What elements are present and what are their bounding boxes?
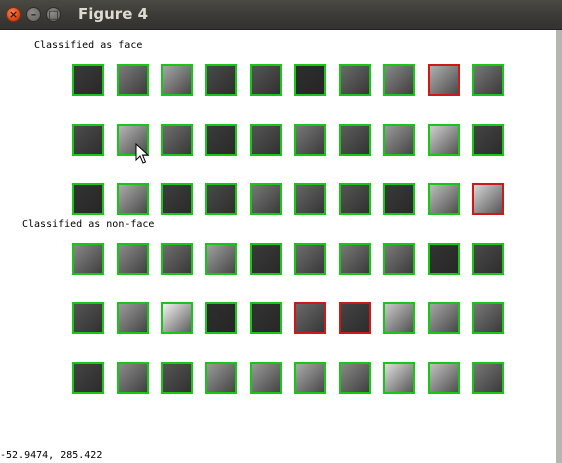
nonface-thumbnail — [161, 362, 193, 394]
nonface-thumbnail — [250, 302, 282, 334]
face-thumbnail — [205, 124, 237, 156]
nonface-thumbnail — [294, 302, 326, 334]
nonface-thumbnail — [161, 302, 193, 334]
nonface-thumbnail — [205, 302, 237, 334]
minimize-icon[interactable]: – — [26, 7, 41, 22]
face-thumbnail — [250, 64, 282, 96]
face-thumbnail — [428, 183, 460, 215]
nonface-thumbnail — [472, 362, 504, 394]
nonface-thumbnail — [117, 243, 149, 275]
face-thumbnail — [383, 124, 415, 156]
nonface-thumbnail — [72, 243, 104, 275]
title-bar: × – □ Figure 4 — [0, 0, 562, 30]
close-icon[interactable]: × — [6, 7, 21, 22]
face-thumbnail — [294, 183, 326, 215]
face-thumbnail — [117, 64, 149, 96]
nonface-thumbnail — [250, 362, 282, 394]
nonface-thumbnail — [339, 302, 371, 334]
face-thumbnail — [428, 124, 460, 156]
face-thumbnail — [250, 124, 282, 156]
nonface-thumbnail — [117, 362, 149, 394]
nonface-thumbnail — [339, 243, 371, 275]
mouse-pointer-icon — [135, 143, 150, 164]
nonface-thumbnail — [428, 302, 460, 334]
face-thumbnail — [161, 183, 193, 215]
face-thumbnail — [72, 124, 104, 156]
face-thumbnail — [472, 124, 504, 156]
nonface-thumbnail — [472, 302, 504, 334]
face-section-label: Classified as face — [34, 40, 143, 51]
face-thumbnail — [339, 183, 371, 215]
face-thumbnail — [205, 64, 237, 96]
nonface-thumbnail — [294, 362, 326, 394]
face-thumbnail — [72, 64, 104, 96]
face-thumbnail — [428, 64, 460, 96]
face-thumbnail — [250, 183, 282, 215]
face-thumbnail — [72, 183, 104, 215]
face-thumbnail — [339, 124, 371, 156]
nonface-thumbnail — [383, 302, 415, 334]
face-thumbnail — [117, 183, 149, 215]
face-thumbnail — [294, 64, 326, 96]
window-title: Figure 4 — [78, 5, 149, 23]
face-thumbnail — [383, 64, 415, 96]
face-thumbnail — [161, 64, 193, 96]
nonface-thumbnail — [161, 243, 193, 275]
face-thumbnail — [472, 64, 504, 96]
nonface-thumbnail — [428, 243, 460, 275]
maximize-icon[interactable]: □ — [46, 7, 61, 22]
nonface-thumbnail — [428, 362, 460, 394]
face-thumbnail — [205, 183, 237, 215]
nonface-thumbnail — [72, 302, 104, 334]
nonface-thumbnail — [205, 243, 237, 275]
nonface-thumbnail — [383, 243, 415, 275]
face-thumbnail — [472, 183, 504, 215]
face-thumbnail — [294, 124, 326, 156]
nonface-thumbnail — [383, 362, 415, 394]
nonface-thumbnail — [205, 362, 237, 394]
face-thumbnail — [161, 124, 193, 156]
nonface-thumbnail — [294, 243, 326, 275]
nonface-thumbnail — [117, 302, 149, 334]
nonface-section-label: Classified as non-face — [22, 219, 155, 230]
face-thumbnail — [383, 183, 415, 215]
face-thumbnail — [339, 64, 371, 96]
nonface-thumbnail — [250, 243, 282, 275]
nonface-thumbnail — [472, 243, 504, 275]
window-border — [556, 30, 562, 463]
coordinate-readout: -52.9474, 285.422 — [0, 450, 103, 461]
nonface-thumbnail — [72, 362, 104, 394]
nonface-thumbnail — [339, 362, 371, 394]
